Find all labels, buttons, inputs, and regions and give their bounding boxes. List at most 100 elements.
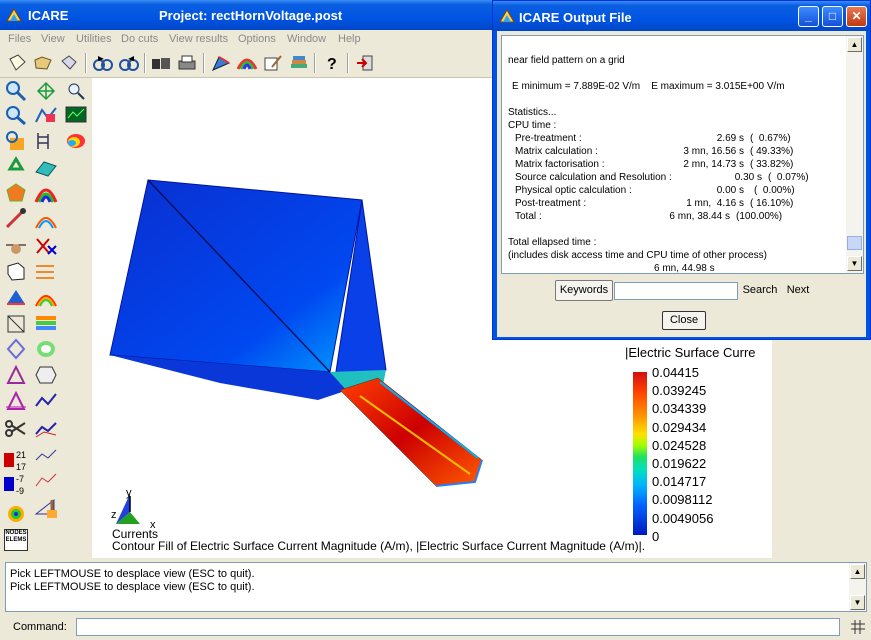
rainbow-surface-icon[interactable] [34,104,58,126]
lamp-icon[interactable] [4,234,28,256]
console-line: Pick LEFTMOUSE to desplace view (ESC to … [10,568,255,580]
cube-icon[interactable] [4,260,28,282]
keywords-button[interactable]: Keywords [555,280,613,301]
exit-icon[interactable] [354,53,376,73]
scroll-down-button[interactable]: ▼ [847,256,862,271]
scroll-thumb[interactable] [847,236,862,250]
command-input[interactable] [76,618,840,636]
rotate-right-icon[interactable] [118,53,140,73]
layers-icon[interactable] [288,53,310,73]
legend-value: 0.034339 [652,401,707,417]
surface-plot-icon[interactable] [34,156,58,178]
scroll-down-icon: ▼ [853,598,862,607]
vector-pen-icon[interactable] [4,208,28,230]
stat-percent: ( 0.00%) [754,185,795,196]
camera-icon[interactable] [150,53,172,73]
menu-files[interactable]: Files [8,33,31,45]
minimize-icon: _ [805,9,812,23]
maximize-button[interactable]: □ [822,6,843,27]
contour-ring-icon[interactable] [34,338,58,360]
new-file-icon[interactable] [6,53,28,73]
close-button[interactable]: Close [662,311,706,330]
3d-shape-icon[interactable] [4,182,28,204]
scroll-down-icon: ▼ [850,259,859,268]
rotate-left-icon[interactable] [92,53,114,73]
menu-view-results[interactable]: View results [169,33,228,45]
zoom-in-icon[interactable] [4,80,28,102]
color-burst-icon[interactable] [4,503,28,525]
zoom-out-icon[interactable] [4,104,28,126]
output-e-min-max: E minimum = 7.889E-02 V/m E maximum = 3.… [512,81,785,92]
stat-time: 2 mn, 14.73 s [683,159,744,170]
print-icon[interactable] [176,53,198,73]
scale-value-neg9: -9 [16,486,25,496]
hexagon-icon[interactable] [34,364,58,386]
edit-icon[interactable] [262,53,284,73]
output-file-dialog: ICARE Output File _ □ ✕ near field patte… [492,0,871,340]
rainbow-grid-icon[interactable] [34,286,58,308]
numbered-cross-icon[interactable] [34,234,58,256]
toolbar-separator [85,53,87,73]
color-map-icon[interactable] [64,130,88,152]
triangle-icon[interactable] [4,364,28,386]
rainbow-lines-icon[interactable] [34,208,58,230]
keywords-input[interactable] [614,282,738,300]
arrows-icon[interactable] [34,260,58,282]
zoom-box-icon[interactable] [4,130,28,152]
help-icon[interactable]: ? [321,53,343,73]
stat-time: 3 mn, 16.56 s [683,146,744,157]
tree-view-icon[interactable] [34,130,58,152]
output-vertical-scrollbar[interactable]: ▲ ▼ [846,36,863,273]
chart-lines-icon[interactable] [34,444,58,466]
dialog-titlebar[interactable]: ICARE Output File _ □ ✕ [493,1,870,31]
plot-caption: Contour Fill of Electric Surface Current… [112,539,646,553]
mesh-wire-icon[interactable] [34,80,58,102]
search-button[interactable]: Search [739,280,781,301]
rainbow-icon[interactable] [34,182,58,204]
toolbar-separator [203,53,205,73]
menu-help[interactable]: Help [338,33,361,45]
brush-icon[interactable] [40,498,64,520]
save-disk-icon[interactable] [58,53,80,73]
console-vertical-scrollbar[interactable]: ▲ ▼ [849,563,866,611]
diamond-icon[interactable] [4,338,28,360]
maximize-icon: □ [828,9,837,23]
color-scale-mini[interactable]: 21 17 -7 -9 [2,450,32,502]
stripes-icon[interactable] [34,312,58,334]
chart-points-icon[interactable] [34,470,58,492]
project-title: Project: rectHornVoltage.post [159,8,343,23]
multi-line-chart-icon[interactable] [34,418,58,440]
grid-toggle-icon[interactable] [850,619,866,635]
scissors-icon[interactable] [4,418,28,440]
menu-window[interactable]: Window [287,33,326,45]
line-chart-icon[interactable] [34,390,58,412]
close-window-button[interactable]: ✕ [846,6,867,27]
draw-tool-icon[interactable] [210,53,232,73]
menu-options[interactable]: Options [238,33,276,45]
recycle-icon[interactable] [4,156,28,178]
scroll-up-button[interactable]: ▲ [847,37,862,52]
wire-box-icon[interactable] [4,312,28,334]
palette-icon[interactable] [236,53,258,73]
output-console[interactable]: Pick LEFTMOUSE to desplace view (ESC to … [5,562,867,612]
console-scroll-up-button[interactable]: ▲ [850,564,865,579]
open-folder-icon[interactable] [32,53,54,73]
search-label: Search [742,284,778,296]
stat-label: Total : [515,211,542,222]
menu-do-cuts[interactable]: Do cuts [121,33,158,45]
stat-percent: ( 33.82%) [750,159,794,170]
console-scroll-down-button[interactable]: ▼ [850,595,865,610]
nodes-elems-button[interactable]: NODES ELEMS [4,529,28,551]
triangle-plot-icon[interactable] [4,390,28,412]
zoom-select-icon[interactable] [64,80,88,102]
scroll-up-icon: ▲ [850,40,859,49]
next-button[interactable]: Next [782,280,814,301]
menu-view[interactable]: View [41,33,65,45]
output-text-area[interactable]: near field pattern on a grid E minimum =… [501,35,864,274]
graph-monitor-icon[interactable] [64,104,88,126]
menu-utilities[interactable]: Utilities [76,33,111,45]
axis-triad: y z x [111,488,156,528]
plane-cut-icon[interactable] [4,286,28,308]
legend-value: 0.04415 [652,365,699,380]
minimize-button[interactable]: _ [798,6,819,27]
